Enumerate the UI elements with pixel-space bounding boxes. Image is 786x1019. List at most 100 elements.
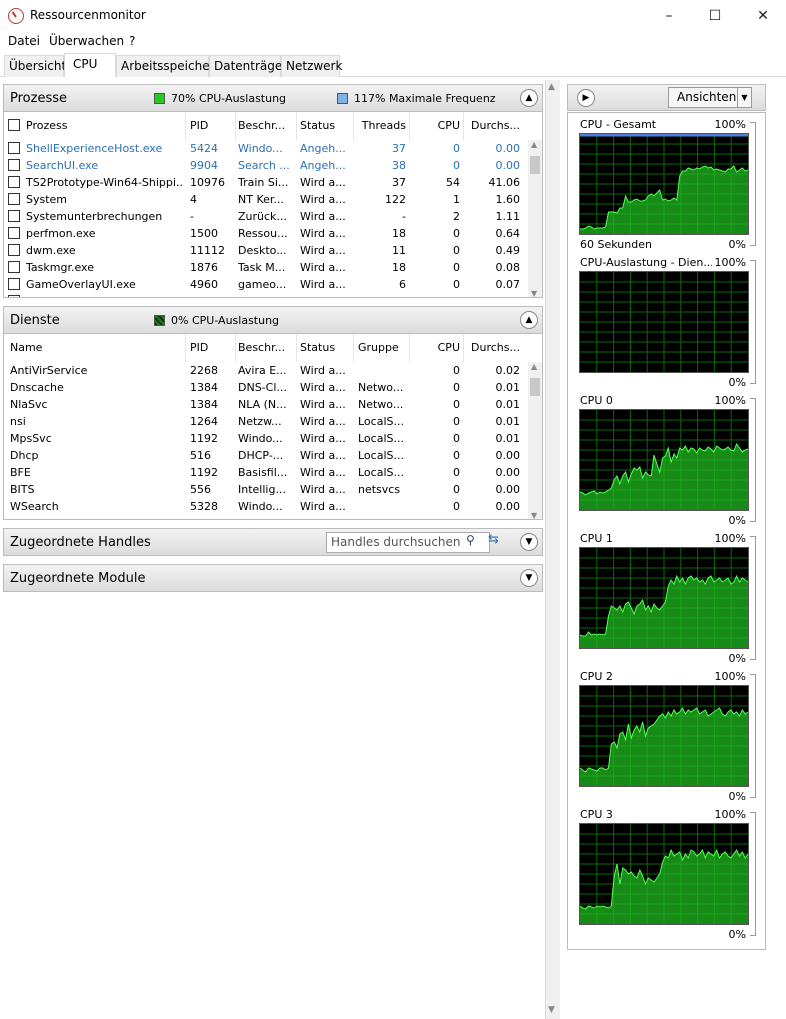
processes-column-separator[interactable] xyxy=(463,112,464,140)
processes-header[interactable]: Prozesse 70% CPU-Auslastung 117% Maximal… xyxy=(3,84,543,112)
services-table-row[interactable]: AntiVirService 2268 Avira E... Wird a... 0 0.… xyxy=(4,362,528,379)
menu-datei[interactable]: Datei xyxy=(8,34,40,48)
expand-handles-button[interactable]: ▼ xyxy=(520,533,538,551)
processes-table-row[interactable]: SearchUI.exe 9904 Search ... Angeh... 38 0 0.0… xyxy=(4,157,528,174)
processes-column-6[interactable]: Durchs... xyxy=(466,119,520,132)
processes-table-row[interactable]: Systemunterbrechungen - Zurück... Wird a...… xyxy=(4,208,528,225)
processes-row-checkbox[interactable] xyxy=(8,295,20,297)
services-table-row[interactable]: WSearch 5328 Windo... Wird a... 0 0.00 xyxy=(4,498,528,515)
processes-table-row[interactable]: TS2Prototype-Win64-Shippi... 10976 Train S… xyxy=(4,174,528,191)
services-table-row[interactable]: NlaSvc 1384 NLA (N... Wird a... Netwo... 0 0.0… xyxy=(4,396,528,413)
processes-row-checkbox[interactable] xyxy=(8,142,20,154)
services-column-4[interactable]: Gruppe xyxy=(358,341,408,354)
services-column-separator[interactable] xyxy=(296,334,297,362)
processes-select-all-checkbox[interactable] xyxy=(8,119,20,131)
processes-column-3[interactable]: Status xyxy=(300,119,352,132)
processes-row-checkbox[interactable] xyxy=(8,159,20,171)
tab-cpu[interactable]: CPU xyxy=(64,53,116,77)
processes-table-scrollbar[interactable]: ▲ ▼ xyxy=(528,140,542,297)
tab-netzwerk[interactable]: Netzwerk xyxy=(281,55,342,77)
handles-header[interactable]: Zugeordnete Handles Handles durchsuchen … xyxy=(3,528,543,556)
services-column-0[interactable]: Name xyxy=(10,341,182,354)
processes-row-checkbox[interactable] xyxy=(8,227,20,239)
services-table-row[interactable]: BITS 556 Intellig... Wird a... netsvcs 0 0.00 xyxy=(4,481,528,498)
processes-table-row[interactable]: perfmon.exe 1500 Ressou... Wird a... 18 0 0.64 xyxy=(4,225,528,242)
services-column-separator[interactable] xyxy=(409,334,410,362)
services-cell: 0 xyxy=(453,398,460,411)
processes-column-4[interactable]: Threads xyxy=(356,119,406,132)
services-column-5[interactable]: CPU xyxy=(412,341,460,354)
maximize-button[interactable]: ☐ xyxy=(692,0,738,31)
refresh-icon[interactable]: ⇆ xyxy=(488,532,499,547)
services-scroll-thumb[interactable] xyxy=(530,378,540,396)
search-icon[interactable]: ⚲ xyxy=(466,533,475,547)
processes-column-separator[interactable] xyxy=(235,112,236,140)
collapse-processes-button[interactable]: ▲ xyxy=(520,89,538,107)
services-column-separator[interactable] xyxy=(185,334,186,362)
processes-table-row[interactable]: ShellExperienceHost.exe 5424 Windo... Angeh… xyxy=(4,140,528,157)
services-scroll-down-icon[interactable]: ▼ xyxy=(531,511,537,519)
services-table-row[interactable]: Dnscache 1384 DNS-Cl... Wird a... Netwo... 0 0… xyxy=(4,379,528,396)
services-table-row[interactable]: BFE 1192 Basisfil... Wird a... LocalS... 0 0.0… xyxy=(4,464,528,481)
collapse-services-button[interactable]: ▲ xyxy=(520,311,538,329)
services-table-row[interactable]: nsi 1264 Netzw... Wird a... LocalS... 0 0.01 xyxy=(4,413,528,430)
tab-uebersicht[interactable]: Übersicht xyxy=(4,55,66,77)
services-column-separator[interactable] xyxy=(463,334,464,362)
expand-panel-button[interactable]: ▶ xyxy=(577,89,595,107)
close-button[interactable]: ✕ xyxy=(740,0,786,31)
services-column-separator[interactable] xyxy=(353,334,354,362)
services-table-row[interactable]: MpsSvc 1192 Windo... Wird a... LocalS... 0 0.0… xyxy=(4,430,528,447)
processes-column-2[interactable]: Beschr... xyxy=(238,119,294,132)
processes-row-checkbox[interactable] xyxy=(8,244,20,256)
services-column-6[interactable]: Durchs... xyxy=(466,341,520,354)
processes-table-row[interactable]: Steam.exe 6248 Steam ... Wird a... 35 0 0.03 xyxy=(4,293,528,297)
scroll-down-icon[interactable]: ▼ xyxy=(548,1005,555,1015)
services-cpu-swatch xyxy=(154,315,165,326)
processes-row-checkbox[interactable] xyxy=(8,278,20,290)
processes-row-checkbox[interactable] xyxy=(8,210,20,222)
processes-table-row[interactable]: GameOverlayUI.exe 4960 gameo... Wird a... 6 0… xyxy=(4,276,528,293)
services-cell: Wird a... xyxy=(300,381,346,394)
processes-row-checkbox[interactable] xyxy=(8,261,20,273)
processes-scroll-up-icon[interactable]: ▲ xyxy=(531,140,537,149)
processes-column-separator[interactable] xyxy=(409,112,410,140)
services-table-header: Name PID Beschr... Status Gruppe CPU Durchs...… xyxy=(4,334,528,362)
processes-column-separator[interactable] xyxy=(185,112,186,140)
services-table-row[interactable]: Dhcp 516 DHCP-... Wird a... LocalS... 0 0.00 xyxy=(4,447,528,464)
tab-arbeitsspeicher[interactable]: Arbeitsspeicher xyxy=(116,55,215,77)
processes-table-row[interactable]: Taskmgr.exe 1876 Task M... Wird a... 18 0 0.08 xyxy=(4,259,528,276)
minimize-button[interactable]: – xyxy=(646,0,692,31)
services-cell: Netzw... xyxy=(238,415,282,428)
chevron-down-icon[interactable]: ▼ xyxy=(737,88,751,107)
menu-ueberwachen[interactable]: Überwachen xyxy=(49,34,124,48)
processes-cell: 11 xyxy=(392,244,406,257)
processes-column-5[interactable]: CPU xyxy=(412,119,460,132)
services-column-separator[interactable] xyxy=(235,334,236,362)
processes-row-checkbox[interactable] xyxy=(8,176,20,188)
services-scroll-up-icon[interactable]: ▲ xyxy=(531,362,537,371)
modules-header[interactable]: Zugeordnete Module ▼ xyxy=(3,564,543,592)
services-table-scrollbar[interactable]: ▲ ▼ xyxy=(528,362,542,519)
services-table-row[interactable]: ShellHWDetection 556 Shellh... Wird a... net… xyxy=(4,515,528,519)
processes-table-row[interactable]: System 4 NT Ker... Wird a... 122 1 1.60 xyxy=(4,191,528,208)
processes-column-separator[interactable] xyxy=(296,112,297,140)
views-button[interactable]: Ansichten ▼ xyxy=(668,87,752,108)
services-column-1[interactable]: PID xyxy=(190,341,234,354)
processes-row-checkbox[interactable] xyxy=(8,193,20,205)
services-cell: 1192 xyxy=(190,432,218,445)
main-scrollbar[interactable]: ▲ ▼ xyxy=(546,80,560,1019)
processes-column-0[interactable]: Prozess xyxy=(26,119,182,132)
services-header[interactable]: Dienste 0% CPU-Auslastung ▲ xyxy=(3,306,543,334)
processes-scroll-thumb[interactable] xyxy=(530,156,540,174)
expand-modules-button[interactable]: ▼ xyxy=(520,569,538,587)
services-sort-caret-icon: ^ xyxy=(321,334,329,340)
menu-help[interactable]: ? xyxy=(129,34,135,48)
processes-scroll-down-icon[interactable]: ▼ xyxy=(531,289,537,297)
processes-table-row[interactable]: dwm.exe 11112 Deskto... Wird a... 11 0 0.49 xyxy=(4,242,528,259)
scroll-up-icon[interactable]: ▲ xyxy=(548,82,555,92)
processes-column-1[interactable]: PID xyxy=(190,119,234,132)
services-column-3[interactable]: Status xyxy=(300,341,352,354)
processes-column-separator[interactable] xyxy=(353,112,354,140)
services-column-2[interactable]: Beschr... xyxy=(238,341,294,354)
tab-datentraeger[interactable]: Datenträger xyxy=(209,55,287,77)
